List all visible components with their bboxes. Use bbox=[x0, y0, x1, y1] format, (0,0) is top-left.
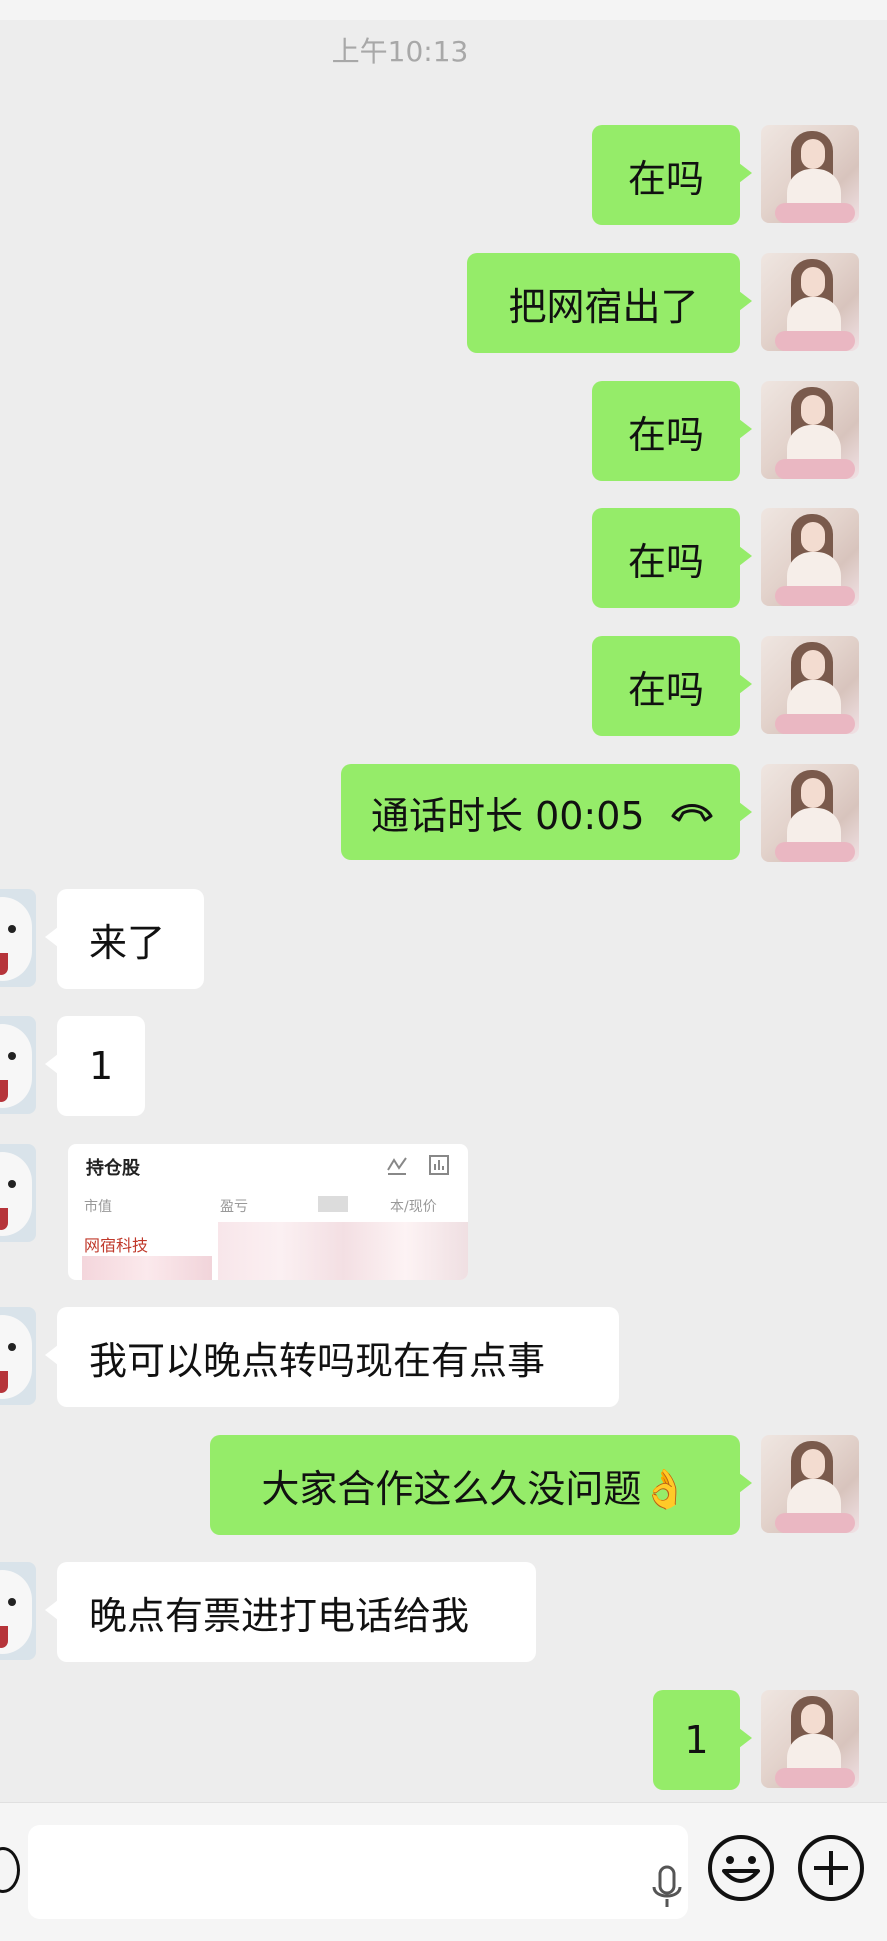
contact-avatar[interactable] bbox=[0, 1307, 36, 1405]
contact-avatar[interactable] bbox=[0, 1562, 36, 1660]
emoji-icon[interactable] bbox=[706, 1833, 776, 1903]
message-bubble-sent[interactable]: 在吗 bbox=[592, 508, 752, 608]
card-header: 持仓股 bbox=[86, 1158, 140, 1179]
redacted-area bbox=[82, 1256, 212, 1280]
message-bubble-sent[interactable]: 在吗 bbox=[592, 381, 752, 481]
my-avatar[interactable] bbox=[761, 636, 859, 734]
voice-icon[interactable] bbox=[0, 1847, 20, 1893]
message-bubble-received[interactable]: 晚点有票进打电话给我 bbox=[45, 1562, 536, 1662]
call-record-bubble[interactable]: 通话时长 00:05 bbox=[341, 764, 752, 860]
my-avatar[interactable] bbox=[761, 381, 859, 479]
input-bar bbox=[0, 1802, 887, 1941]
trend-line-icon bbox=[387, 1157, 407, 1175]
contact-avatar[interactable] bbox=[0, 889, 36, 987]
stock-name: 网宿科技 bbox=[84, 1236, 149, 1255]
shared-screenshot-card[interactable]: 持仓股 市值 盈亏 本/现价 网宿科技 bbox=[68, 1144, 468, 1280]
bar-chart-icon bbox=[429, 1155, 449, 1175]
message-bubble-sent[interactable]: 在吗 bbox=[592, 125, 752, 225]
message-bubble-received[interactable]: 来了 bbox=[45, 889, 204, 989]
column-header: 市值 bbox=[84, 1199, 112, 1215]
plus-icon[interactable] bbox=[796, 1833, 866, 1903]
message-bubble-sent[interactable]: 1 bbox=[653, 1690, 752, 1790]
message-bubble-received[interactable]: 1 bbox=[45, 1016, 145, 1116]
column-header: 本/现价 bbox=[390, 1199, 437, 1215]
message-timestamp: 上午10:13 bbox=[331, 35, 469, 68]
my-avatar[interactable] bbox=[761, 1690, 859, 1788]
contact-avatar[interactable] bbox=[0, 1144, 36, 1242]
my-avatar[interactable] bbox=[761, 253, 859, 351]
column-header: 盈亏 bbox=[220, 1199, 248, 1215]
message-bubble-sent[interactable]: 大家合作这么久没问题👌 bbox=[210, 1435, 752, 1535]
contact-avatar[interactable] bbox=[0, 1016, 36, 1114]
microphone-icon[interactable] bbox=[650, 1865, 684, 1911]
my-avatar[interactable] bbox=[761, 764, 859, 862]
message-bubble-received[interactable]: 我可以晚点转吗现在有点事 bbox=[45, 1307, 619, 1407]
call-duration-label: 通话时长 00:05 bbox=[371, 793, 645, 838]
redacted-area bbox=[218, 1222, 468, 1280]
my-avatar[interactable] bbox=[761, 1435, 859, 1533]
top-strip bbox=[0, 0, 887, 20]
phone-hangup-icon bbox=[671, 804, 713, 822]
redacted-area bbox=[318, 1196, 348, 1212]
my-avatar[interactable] bbox=[761, 125, 859, 223]
my-avatar[interactable] bbox=[761, 508, 859, 606]
message-input[interactable] bbox=[28, 1825, 688, 1919]
message-bubble-sent[interactable]: 把网宿出了 bbox=[467, 253, 752, 353]
message-bubble-sent[interactable]: 在吗 bbox=[592, 636, 752, 736]
